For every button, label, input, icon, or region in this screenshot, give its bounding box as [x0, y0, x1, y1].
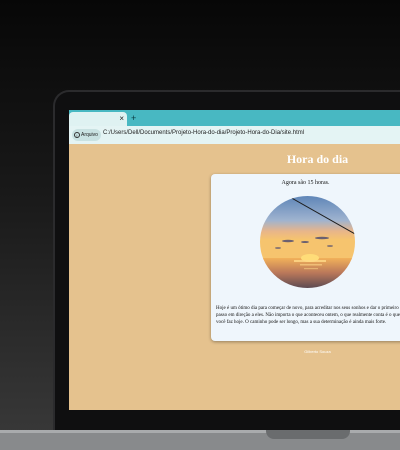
sunset-image	[260, 196, 355, 288]
close-icon[interactable]: ×	[119, 112, 124, 126]
security-label: Arquivo	[81, 132, 98, 138]
site-info-button[interactable]: i Arquivo	[72, 129, 101, 141]
motivational-text: Hoje é um ótimo dia para começar de novo…	[216, 306, 400, 325]
laptop-notch	[266, 430, 350, 439]
tab-strip: × +	[69, 110, 400, 126]
info-icon: i	[74, 132, 80, 138]
url-text[interactable]: C:/Users/Dell/Documents/Projeto-Hora-do-…	[103, 130, 304, 136]
time-message: Agora são 15 horas.	[281, 180, 330, 186]
footer-credit: Gilberto Souza	[304, 349, 331, 354]
content-card: Agora são 15 horas. Hoje é um ótimo dia …	[211, 174, 400, 341]
browser-window: × + i Arquivo C:/Users/Dell/Documents/Pr…	[69, 110, 400, 410]
new-tab-button[interactable]: +	[131, 111, 136, 125]
page-title: Hora do dia	[286, 152, 349, 166]
address-bar[interactable]: i Arquivo C:/Users/Dell/Documents/Projet…	[69, 126, 400, 144]
page-content: Hora do dia Agora são 15 horas. Hoje é u…	[69, 144, 400, 410]
browser-tab[interactable]: ×	[69, 112, 127, 126]
